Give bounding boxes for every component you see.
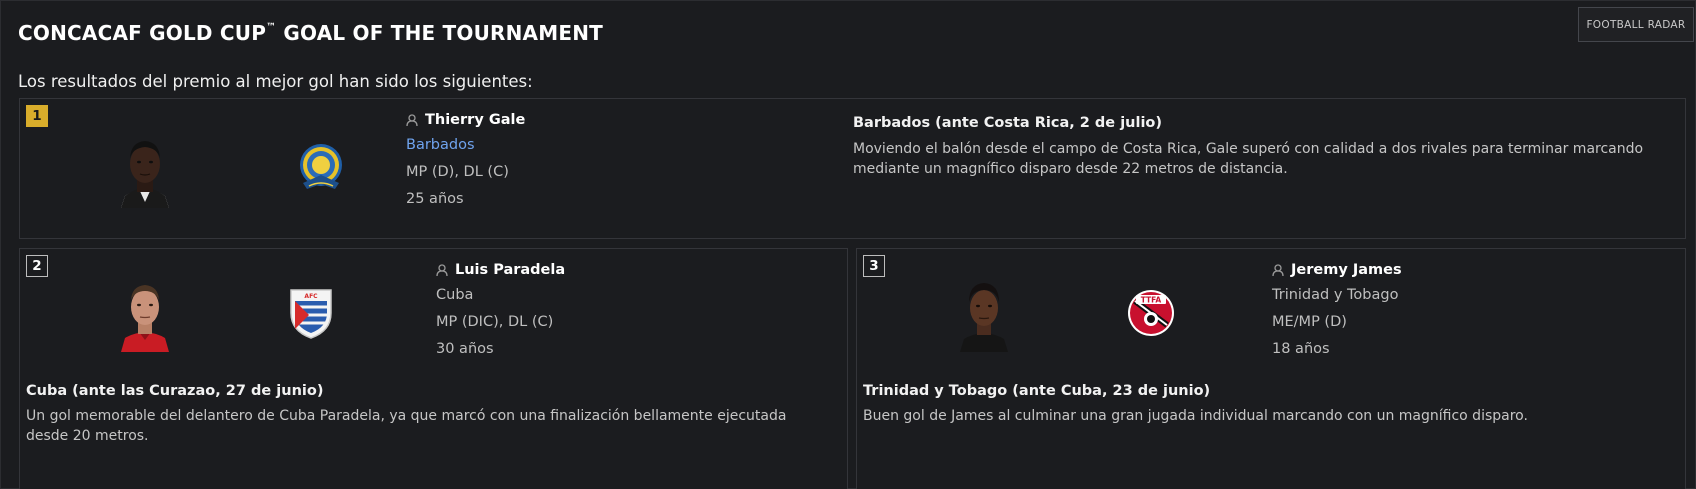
goal-title: Barbados (ante Costa Rica, 2 de julio) [853, 115, 1163, 131]
svg-text:TTFA: TTFA [1141, 296, 1162, 305]
player-name[interactable]: Thierry Gale [406, 110, 525, 130]
goal-card-3: 3 TTFA Jeremy James Trinidad y Tobago ME… [856, 248, 1686, 489]
player-nation: Trinidad y Tobago [1272, 287, 1399, 303]
player-age: 30 años [436, 341, 494, 357]
page: CONCACAF GOLD CUP™ GOAL OF THE TOURNAMEN… [0, 0, 1696, 489]
player-name[interactable]: Jeremy James [1272, 260, 1402, 280]
goal-title: Cuba (ante las Curazao, 27 de junio) [26, 383, 324, 399]
player-info: Jeremy James Trinidad y Tobago ME/MP (D)… [1272, 260, 1402, 361]
player-nation: Cuba [436, 287, 474, 303]
goal-description: Moviendo el balón desde el campo de Cost… [853, 141, 1644, 177]
goal-card-1: 1 Thierry Gale Barbados MP (D), DL (C) 2… [19, 98, 1686, 239]
trinidad-tobago-crest-icon[interactable]: TTFA [1125, 285, 1177, 341]
player-portrait[interactable] [119, 276, 171, 352]
player-positions: ME/MP (D) [1272, 314, 1347, 330]
svg-text:AFC: AFC [304, 293, 318, 300]
player-positions: MP (DIC), DL (C) [436, 314, 554, 330]
player-name-label: Jeremy James [1291, 262, 1402, 278]
goal-title: Trinidad y Tobago (ante Cuba, 23 de juni… [863, 383, 1211, 399]
player-age: 18 años [1272, 341, 1330, 357]
rank-badge: 2 [26, 255, 48, 277]
person-icon [1272, 264, 1284, 276]
player-name-label: Luis Paradela [455, 262, 566, 278]
football-radar-button[interactable]: FOOTBALL RADAR [1578, 7, 1694, 42]
cuba-crest-icon[interactable]: AFC [285, 285, 337, 341]
results-subtitle: Los resultados del premio al mejor gol h… [18, 72, 533, 91]
barbados-crest-icon[interactable] [295, 139, 347, 195]
player-nation-link[interactable]: Barbados [406, 137, 525, 157]
rank-badge: 1 [26, 105, 48, 127]
player-name[interactable]: Luis Paradela [436, 260, 565, 280]
goal-description: Buen gol de James al culminar una gran j… [863, 408, 1528, 424]
player-portrait[interactable] [958, 276, 1010, 352]
goal-card-2: 2 AFC Luis Paradela Cuba MP (DIC), DL (C… [19, 248, 848, 489]
rank-badge: 3 [863, 255, 885, 277]
page-title: CONCACAF GOLD CUP™ GOAL OF THE TOURNAMEN… [18, 21, 603, 45]
player-info: Luis Paradela Cuba MP (DIC), DL (C) 30 a… [436, 260, 565, 361]
player-positions: MP (D), DL (C) [406, 164, 509, 180]
person-icon [406, 114, 418, 126]
player-age: 25 años [406, 191, 464, 207]
player-info: Thierry Gale Barbados MP (D), DL (C) 25 … [406, 110, 525, 211]
person-icon [436, 264, 448, 276]
goal-description: Un gol memorable del delantero de Cuba P… [26, 408, 787, 444]
player-name-label: Thierry Gale [425, 112, 526, 128]
player-portrait[interactable] [119, 132, 171, 208]
